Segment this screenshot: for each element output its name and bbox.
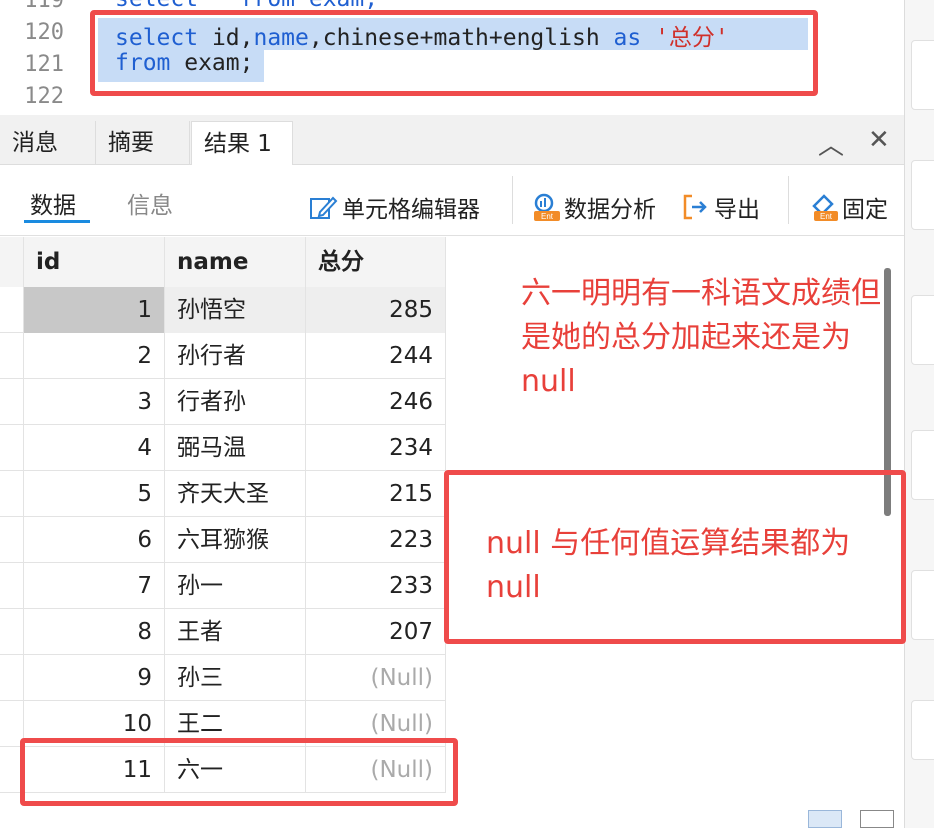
row-indicator[interactable] — [0, 379, 24, 425]
collapse-icon[interactable]: ︿ — [818, 125, 844, 162]
result-toolbar: 数据 信息 单元格编辑器 Ent 数据分析 导出 Ent 固定 — [0, 166, 904, 236]
export-label: 导出 — [714, 197, 760, 223]
result-tabbar: 消息 摘要 结果 1 ︿ ✕ — [0, 115, 904, 165]
cell-name[interactable]: 弼马温 — [165, 425, 306, 471]
row-indicator[interactable] — [0, 425, 24, 471]
row-indicator[interactable] — [0, 563, 24, 609]
row-highlight-box — [20, 738, 458, 806]
table-row[interactable]: 8 王者 207 — [0, 609, 446, 655]
data-analysis-label: 数据分析 — [564, 197, 656, 223]
row-indicator[interactable] — [0, 655, 24, 701]
cell-id[interactable]: 7 — [24, 563, 165, 609]
cell-total[interactable]: (Null) — [306, 655, 446, 701]
export-button[interactable]: 导出 — [680, 190, 760, 224]
column-header-total[interactable]: 总分 — [306, 237, 446, 287]
cell-total[interactable]: 223 — [306, 517, 446, 563]
annotation-note-2: null 与任何值运算结果都为null — [486, 526, 851, 605]
pin-label: 固定 — [842, 197, 888, 223]
table-row[interactable]: 7 孙一 233 — [0, 563, 446, 609]
cell-id[interactable]: 2 — [24, 333, 165, 379]
row-indicator[interactable] — [0, 517, 24, 563]
table-row[interactable]: 1 孙悟空 285 — [0, 287, 446, 333]
line-number-gutter: 119 120 121 122 — [0, 0, 80, 113]
cell-id[interactable]: 6 — [24, 517, 165, 563]
cell-id[interactable]: 1 — [24, 287, 165, 333]
table-row[interactable]: 9 孙三 (Null) — [0, 655, 446, 701]
edit-icon — [308, 192, 338, 222]
cell-total[interactable]: 207 — [306, 609, 446, 655]
line-number: 119 — [24, 0, 64, 13]
line-number: 120 — [24, 20, 64, 45]
cell-total[interactable]: 244 — [306, 333, 446, 379]
active-subtab-underline — [24, 220, 90, 223]
cell-name[interactable]: 孙三 — [165, 655, 306, 701]
close-icon[interactable]: ✕ — [868, 125, 890, 155]
tab-messages[interactable]: 消息 — [0, 121, 96, 165]
svg-text:Ent: Ent — [820, 212, 833, 221]
table-header-row: id name 总分 — [0, 237, 446, 287]
table-row[interactable]: 5 齐天大圣 215 — [0, 471, 446, 517]
line-number: 122 — [24, 84, 64, 109]
export-icon — [680, 192, 710, 222]
row-indicator[interactable] — [0, 333, 24, 379]
cell-total[interactable]: 215 — [306, 471, 446, 517]
cell-name[interactable]: 孙一 — [165, 563, 306, 609]
cell-name[interactable]: 行者孙 — [165, 379, 306, 425]
toolbar-divider — [788, 176, 789, 224]
toolbar-divider — [512, 176, 513, 224]
cell-total[interactable]: 234 — [306, 425, 446, 471]
side-panel-strip — [904, 0, 934, 828]
table-row[interactable]: 6 六耳猕猴 223 — [0, 517, 446, 563]
side-card — [911, 160, 934, 230]
cell-name[interactable]: 六耳猕猴 — [165, 517, 306, 563]
cell-name[interactable]: 孙行者 — [165, 333, 306, 379]
pin-button[interactable]: Ent 固定 — [808, 190, 888, 224]
query-highlight-box — [90, 10, 818, 96]
tab-result-1[interactable]: 结果 1 — [191, 121, 293, 165]
form-view-icon[interactable] — [860, 810, 894, 828]
pin-icon: Ent — [808, 192, 838, 222]
cell-id[interactable]: 8 — [24, 609, 165, 655]
cell-total[interactable]: 233 — [306, 563, 446, 609]
line-number: 121 — [24, 52, 64, 77]
cell-id[interactable]: 4 — [24, 425, 165, 471]
table-row[interactable]: 4 弼马温 234 — [0, 425, 446, 471]
side-card — [911, 40, 934, 110]
annotation-note-1: 六一明明有一科语文成绩但是她的总分加起来还是为null — [521, 276, 881, 399]
column-header-name[interactable]: name — [165, 237, 306, 287]
cell-name[interactable]: 王者 — [165, 609, 306, 655]
cell-id[interactable]: 3 — [24, 379, 165, 425]
table-row[interactable]: 2 孙行者 244 — [0, 333, 446, 379]
cell-id[interactable]: 9 — [24, 655, 165, 701]
cell-editor-button[interactable]: 单元格编辑器 — [308, 190, 480, 224]
side-card — [911, 700, 934, 760]
row-indicator[interactable] — [0, 287, 24, 333]
cell-name[interactable]: 齐天大圣 — [165, 471, 306, 517]
subtab-data[interactable]: 数据 — [30, 186, 76, 220]
grid-view-icon[interactable] — [808, 810, 842, 828]
table-row[interactable]: 3 行者孙 246 — [0, 379, 446, 425]
svg-text:Ent: Ent — [541, 212, 554, 221]
subtab-info[interactable]: 信息 — [127, 186, 173, 220]
cell-total[interactable]: 285 — [306, 287, 446, 333]
side-card — [911, 430, 934, 500]
side-card — [911, 570, 934, 640]
cell-id[interactable]: 5 — [24, 471, 165, 517]
cell-name[interactable]: 孙悟空 — [165, 287, 306, 333]
row-indicator[interactable] — [0, 471, 24, 517]
tab-summary[interactable]: 摘要 — [96, 121, 190, 165]
chart-analysis-icon: Ent — [530, 192, 560, 222]
bottom-statusbar — [0, 808, 904, 828]
row-indicator-header — [0, 237, 24, 287]
side-card — [911, 295, 934, 365]
row-indicator[interactable] — [0, 609, 24, 655]
data-analysis-button[interactable]: Ent 数据分析 — [530, 190, 656, 224]
column-header-id[interactable]: id — [24, 237, 165, 287]
cell-total[interactable]: 246 — [306, 379, 446, 425]
cell-editor-label: 单元格编辑器 — [342, 197, 480, 223]
